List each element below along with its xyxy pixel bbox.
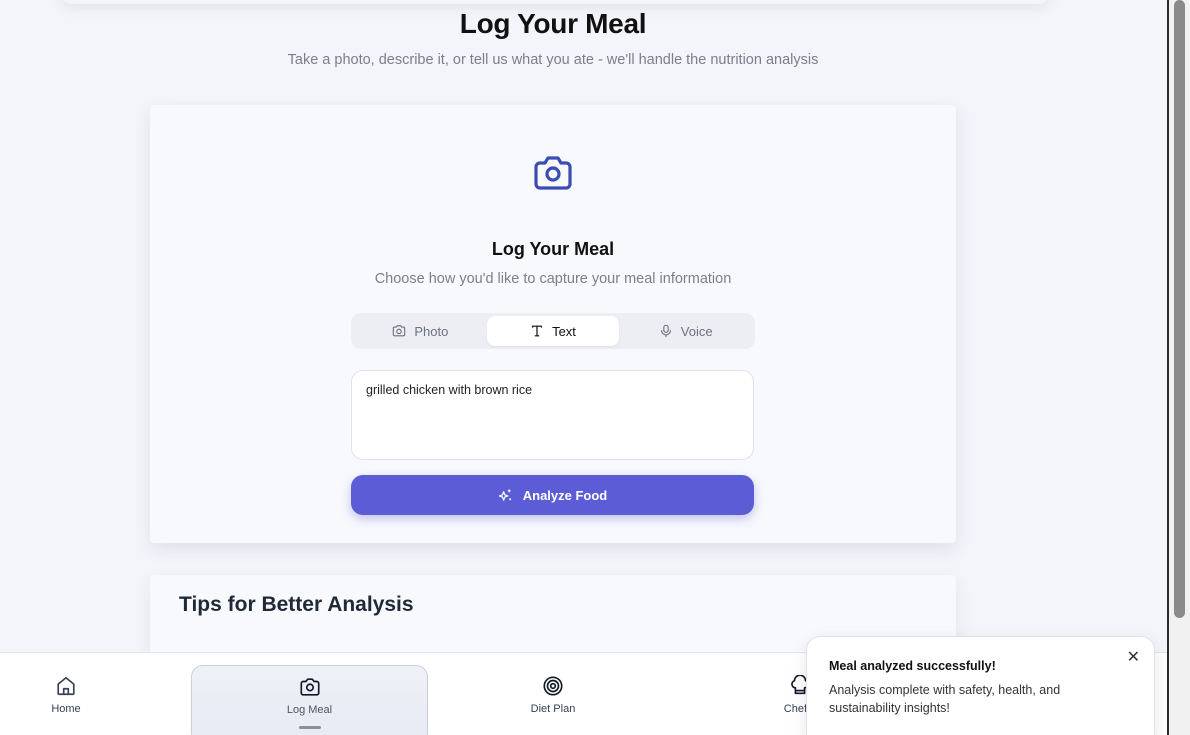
tab-photo-label: Photo: [414, 323, 449, 339]
meal-description-input[interactable]: grilled chicken with brown rice: [351, 370, 754, 460]
input-mode-tabs: Photo Text Voice: [351, 313, 755, 349]
nav-item-diet-plan[interactable]: Diet Plan: [513, 653, 593, 735]
tab-text[interactable]: Text: [486, 316, 620, 346]
camera-icon: [299, 678, 320, 696]
nav-home-label: Home: [51, 703, 81, 715]
success-toast: ✕ Meal analyzed successfully! Analysis c…: [806, 636, 1155, 735]
analyze-food-button[interactable]: Analyze Food: [351, 475, 754, 515]
tab-text-label: Text: [552, 323, 576, 339]
vertical-scrollbar[interactable]: [1167, 0, 1190, 735]
home-icon: [57, 676, 75, 696]
nav-item-home[interactable]: Home: [26, 653, 106, 735]
card-title: Log Your Meal: [491, 239, 615, 259]
page-title: Log Your Meal: [459, 8, 647, 39]
toast-title: Meal analyzed successfully!: [829, 659, 996, 673]
close-icon[interactable]: ✕: [1127, 647, 1140, 667]
window-divider: [1167, 0, 1169, 735]
top-header-shadow: [60, 0, 1050, 4]
target-icon: [543, 676, 563, 696]
camera-icon: [393, 325, 406, 337]
nav-diet-plan-label: Diet Plan: [530, 703, 576, 715]
tips-title: Tips for Better Analysis: [179, 593, 414, 616]
page-subtitle: Take a photo, describe it, or tell us wh…: [287, 52, 819, 68]
text-icon: [532, 325, 543, 337]
tab-voice-label: Voice: [680, 323, 713, 339]
active-indicator: [298, 726, 321, 729]
nav-log-meal-label: Log Meal: [286, 704, 333, 716]
card-subtitle: Choose how you'd like to capture your me…: [374, 271, 732, 287]
tab-photo[interactable]: Photo: [354, 316, 487, 346]
analyze-food-label: Analyze Food: [522, 487, 608, 503]
microphone-icon: [660, 324, 671, 338]
tab-voice[interactable]: Voice: [619, 316, 752, 346]
camera-icon: [534, 156, 572, 190]
sparkles-icon: [498, 488, 511, 501]
toast-message: Analysis complete with safety, health, a…: [829, 683, 1061, 715]
nav-item-log-meal[interactable]: Log Meal: [191, 665, 428, 735]
scrollbar-thumb[interactable]: [1174, 0, 1185, 618]
log-meal-card: Log Your Meal Choose how you'd like to c…: [150, 105, 956, 543]
